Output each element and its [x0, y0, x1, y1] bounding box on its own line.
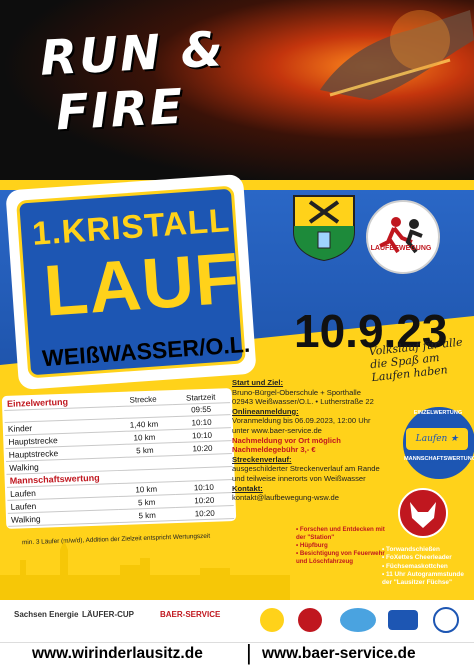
registration-text: Voranmeldung bis 06.09.2023, 12:00 Uhr u… [232, 416, 371, 435]
esw-item: • Füchsemaskottchen [382, 562, 448, 570]
headline-fire: FIRE [54, 78, 186, 142]
running-shoe-icon [320, 10, 474, 100]
esw-title: ESW: [382, 538, 399, 545]
city-crest-icon [293, 195, 355, 262]
schedule-table: Einzelwertung Strecke Startzeit 09:55 Ki… [3, 390, 235, 527]
course-text: ausgeschilderter Streckenverlauf am Rand… [232, 464, 380, 483]
footer-separator: | [246, 640, 252, 665]
sponsor-laeufer-cup: LÄUFER-CUP [82, 610, 134, 619]
late-fee: Nachmeldegebühr 3,- € [232, 445, 316, 455]
esw-item: • Torwandschießen [382, 546, 440, 554]
esw-item: • 11 Uhr Autogrammstunde der "Lausitzer … [382, 570, 464, 587]
sponsor-baer-service: BAER-SERVICE [160, 610, 221, 619]
event-info: Start und Ziel: Bruno-Bürgel-Oberschule … [232, 378, 382, 503]
runner-icon [379, 217, 423, 254]
start-text: Bruno-Bürgel-Oberschule + Sporthalle 029… [232, 387, 374, 407]
sponsor-logos-icon [260, 607, 459, 633]
promo-item: • Hüpfburg [296, 542, 328, 549]
row-time: 10:20 [175, 505, 235, 521]
promo-item: • Forschen und Entdecken mit der "Statio… [296, 526, 385, 541]
laufbewegung-logo [366, 200, 440, 274]
badge-middle-text: Laufen ★ Walken [406, 428, 468, 466]
footer-link-wirinderlausitz[interactable]: www.wirinderlausitz.de [32, 645, 203, 663]
course-heading: Streckenverlauf: [232, 454, 292, 464]
logo-label: LAUFBEWEGUNG [370, 245, 432, 252]
headline-run: RUN & [38, 21, 227, 87]
esw-item: • FoXettes Cheerleader [382, 554, 452, 562]
start-heading: Start und Ziel: [232, 378, 284, 387]
late-registration: Nachmeldung vor Ort möglich [232, 435, 341, 445]
esw-program: ESW: • Torwandschießen • FoXettes Cheerl… [382, 538, 474, 587]
badge-top-text: EINZELWERTUNG [413, 410, 463, 416]
contact-email[interactable]: kontakt@laufbewegung-wsw.de [232, 493, 382, 503]
kids-program: • Forschen und Entdecken mit der "Statio… [296, 526, 386, 566]
sponsor-sachsen-energie: Sachsen Energie [14, 610, 79, 619]
registration-heading: Onlineanmeldung: [232, 406, 299, 416]
contact-heading: Kontakt: [232, 483, 263, 493]
promo-item: • Besichtigung von Feuerwehr und Löschfa… [296, 550, 385, 565]
event-title-line2: LAUF [41, 238, 243, 332]
footer-link-baer-service[interactable]: www.baer-service.de [262, 645, 416, 663]
badge-bottom-text: MANNSCHAFTSWERTUNG [404, 456, 474, 462]
